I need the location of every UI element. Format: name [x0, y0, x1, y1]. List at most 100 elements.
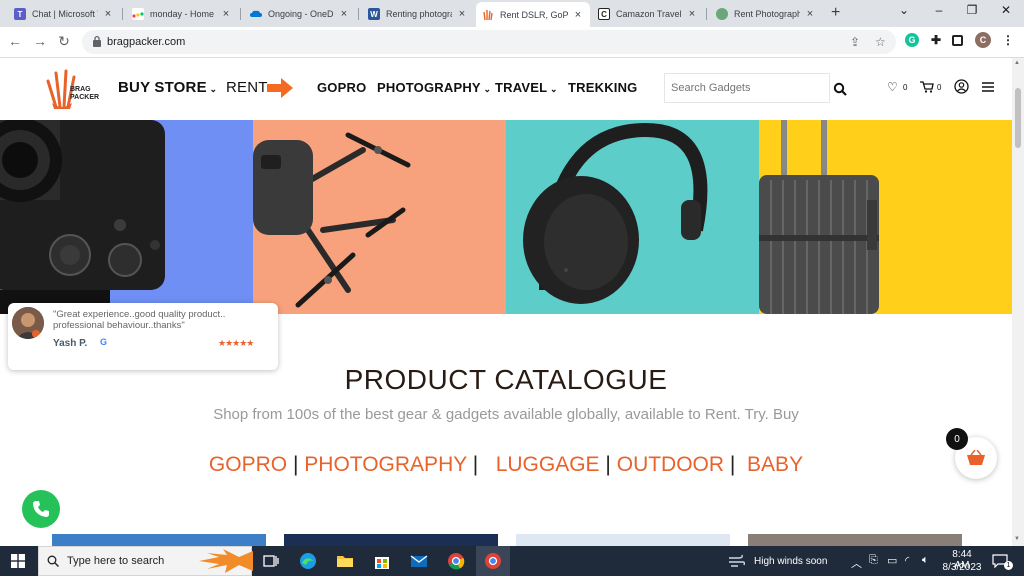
back-button[interactable]: ← [6, 33, 24, 49]
chrome-profile-icon [485, 553, 501, 569]
nav-gopro[interactable]: GOPRO [317, 80, 366, 95]
chrome-icon[interactable] [446, 551, 466, 571]
reload-button[interactable]: ↻ [55, 33, 73, 50]
nav-rent[interactable]: RENT [226, 79, 268, 96]
close-icon[interactable]: × [456, 8, 468, 20]
hero-panel-luggage[interactable] [759, 120, 1012, 314]
hero-banner [0, 120, 1012, 314]
category-link-photography[interactable]: PHOTOGRAPHY [304, 453, 467, 476]
close-icon[interactable]: × [686, 8, 698, 20]
browser-tab-strip: T Chat | Microsoft Teams × monday - Home… [0, 0, 1024, 27]
product-thumbnail[interactable] [284, 534, 498, 546]
lock-icon [93, 35, 101, 47]
teams-icon: T [14, 8, 26, 20]
cart-icon[interactable] [920, 81, 934, 93]
edge-icon[interactable] [298, 551, 318, 571]
tab-search-chevron-icon[interactable]: ⌄ [890, 3, 918, 17]
tab-teams-chat[interactable]: T Chat | Microsoft Teams × [8, 3, 120, 25]
bookmark-star-icon[interactable]: ☆ [875, 35, 886, 49]
new-tab-button[interactable]: + [831, 4, 840, 22]
catalogue-category-links: GOPRO | PHOTOGRAPHY | LUGGAGE | OUTDOOR … [0, 453, 1012, 477]
clock-date[interactable]: 8/3/2023 [942, 562, 982, 573]
taskbar-search-box[interactable]: Type here to search [38, 546, 253, 576]
onedrive-icon [250, 8, 262, 20]
scroll-down-arrow-icon[interactable]: ▼ [1014, 536, 1020, 542]
wifi-icon[interactable]: ◜ [905, 554, 909, 567]
windows-start-icon[interactable] [11, 554, 25, 568]
battery-icon[interactable]: ▭ [887, 554, 897, 567]
microsoft-store-icon[interactable] [372, 551, 392, 571]
side-panel-icon[interactable] [952, 35, 963, 46]
close-icon[interactable]: × [102, 8, 114, 20]
monday-icon [132, 8, 144, 20]
product-thumbnail[interactable] [52, 534, 266, 546]
camera-image [0, 120, 165, 314]
category-link-luggage[interactable]: LUGGAGE [496, 453, 600, 476]
search-icon[interactable] [833, 82, 847, 96]
tab-camazon[interactable]: C Camazon Travel & × [592, 3, 704, 25]
product-thumbnail[interactable] [516, 534, 730, 546]
tab-monday[interactable]: monday - Home × [126, 3, 238, 25]
hamburger-menu-icon[interactable] [982, 82, 994, 92]
review-card[interactable]: "Great experience..good quality product.… [8, 303, 278, 370]
tab-bragpacker-active[interactable]: Rent DSLR, GoPro × [476, 2, 590, 27]
category-link-outdoor[interactable]: OUTDOOR [617, 453, 724, 476]
browser-menu-icon[interactable]: ⋮ [1001, 33, 1015, 47]
volume-icon[interactable]: 🔈︎ [922, 554, 929, 567]
wishlist-count: 0 [903, 83, 908, 92]
tab-divider [240, 8, 241, 20]
mail-icon[interactable] [409, 551, 429, 571]
close-icon[interactable]: × [572, 9, 584, 21]
category-link-baby[interactable]: BABY [747, 453, 803, 476]
close-icon[interactable]: × [338, 8, 350, 20]
search-box [664, 73, 830, 103]
chevron-down-icon: ⌄ [206, 84, 218, 94]
category-link-gopro[interactable]: GOPRO [209, 453, 287, 476]
scroll-up-arrow-icon[interactable]: ▲ [1014, 60, 1020, 66]
hero-panel-headphones[interactable] [506, 120, 759, 314]
phone-icon [33, 501, 49, 517]
user-account-icon[interactable] [954, 79, 969, 94]
address-bar[interactable]: bragpacker.com ⇪ ☆ [82, 30, 896, 54]
share-icon[interactable]: ⇪ [850, 35, 860, 49]
product-thumbnail[interactable] [748, 534, 962, 546]
nav-buy-store[interactable]: BUY STORE ⌄ [118, 79, 217, 96]
category-separator: | [472, 453, 479, 476]
hero-panel-drone[interactable] [253, 120, 506, 314]
logo-text: BRAG PACKER [70, 86, 100, 101]
nav-trekking[interactable]: TREKKING [568, 80, 638, 95]
page-scrollbar[interactable]: ▲ ▼ [1012, 58, 1024, 546]
google-icon: G [100, 337, 108, 347]
extensions-puzzle-icon[interactable]: ✚ [929, 33, 943, 47]
tab-onedrive[interactable]: Ongoing - OneDrive × [244, 3, 356, 25]
close-icon[interactable]: × [220, 8, 232, 20]
task-view-icon[interactable] [261, 551, 281, 571]
basket-icon [967, 450, 985, 465]
minimize-button[interactable]: – [925, 3, 953, 17]
tab-divider [358, 8, 359, 20]
close-window-button[interactable]: ✕ [992, 3, 1020, 17]
tray-device-icon[interactable]: ⎘ [869, 554, 878, 567]
grammarly-icon[interactable]: G [905, 33, 919, 47]
wishlist-heart-icon[interactable]: ♡ [887, 80, 898, 94]
file-explorer-icon[interactable] [335, 551, 355, 571]
nav-photography[interactable]: PHOTOGRAPHY ⌄ [377, 80, 491, 95]
search-input[interactable] [665, 74, 829, 102]
nav-travel[interactable]: TRAVEL ⌄ [495, 80, 558, 95]
tab-rent-photography[interactable]: Rent Photography × [710, 3, 822, 25]
hero-panel-camera[interactable] [0, 120, 253, 314]
restore-button[interactable]: ❐ [958, 3, 986, 17]
forward-button[interactable]: → [31, 33, 49, 49]
tab-divider [122, 8, 123, 20]
weather-text[interactable]: High winds soon [754, 556, 827, 567]
tray-chevron-icon[interactable]: ︿ [851, 555, 862, 571]
close-icon[interactable]: × [804, 8, 816, 20]
profile-avatar[interactable]: C [975, 32, 991, 48]
scrollbar-thumb[interactable] [1015, 88, 1021, 148]
wind-weather-icon[interactable] [729, 554, 745, 568]
taskbar-search-placeholder: Type here to search [67, 555, 165, 567]
taskbar-active-app[interactable] [476, 546, 510, 576]
chevron-down-icon: ⌄ [480, 84, 492, 94]
tab-word-document[interactable]: W Renting photography × [362, 3, 474, 25]
whatsapp-chat-button[interactable] [22, 490, 60, 528]
